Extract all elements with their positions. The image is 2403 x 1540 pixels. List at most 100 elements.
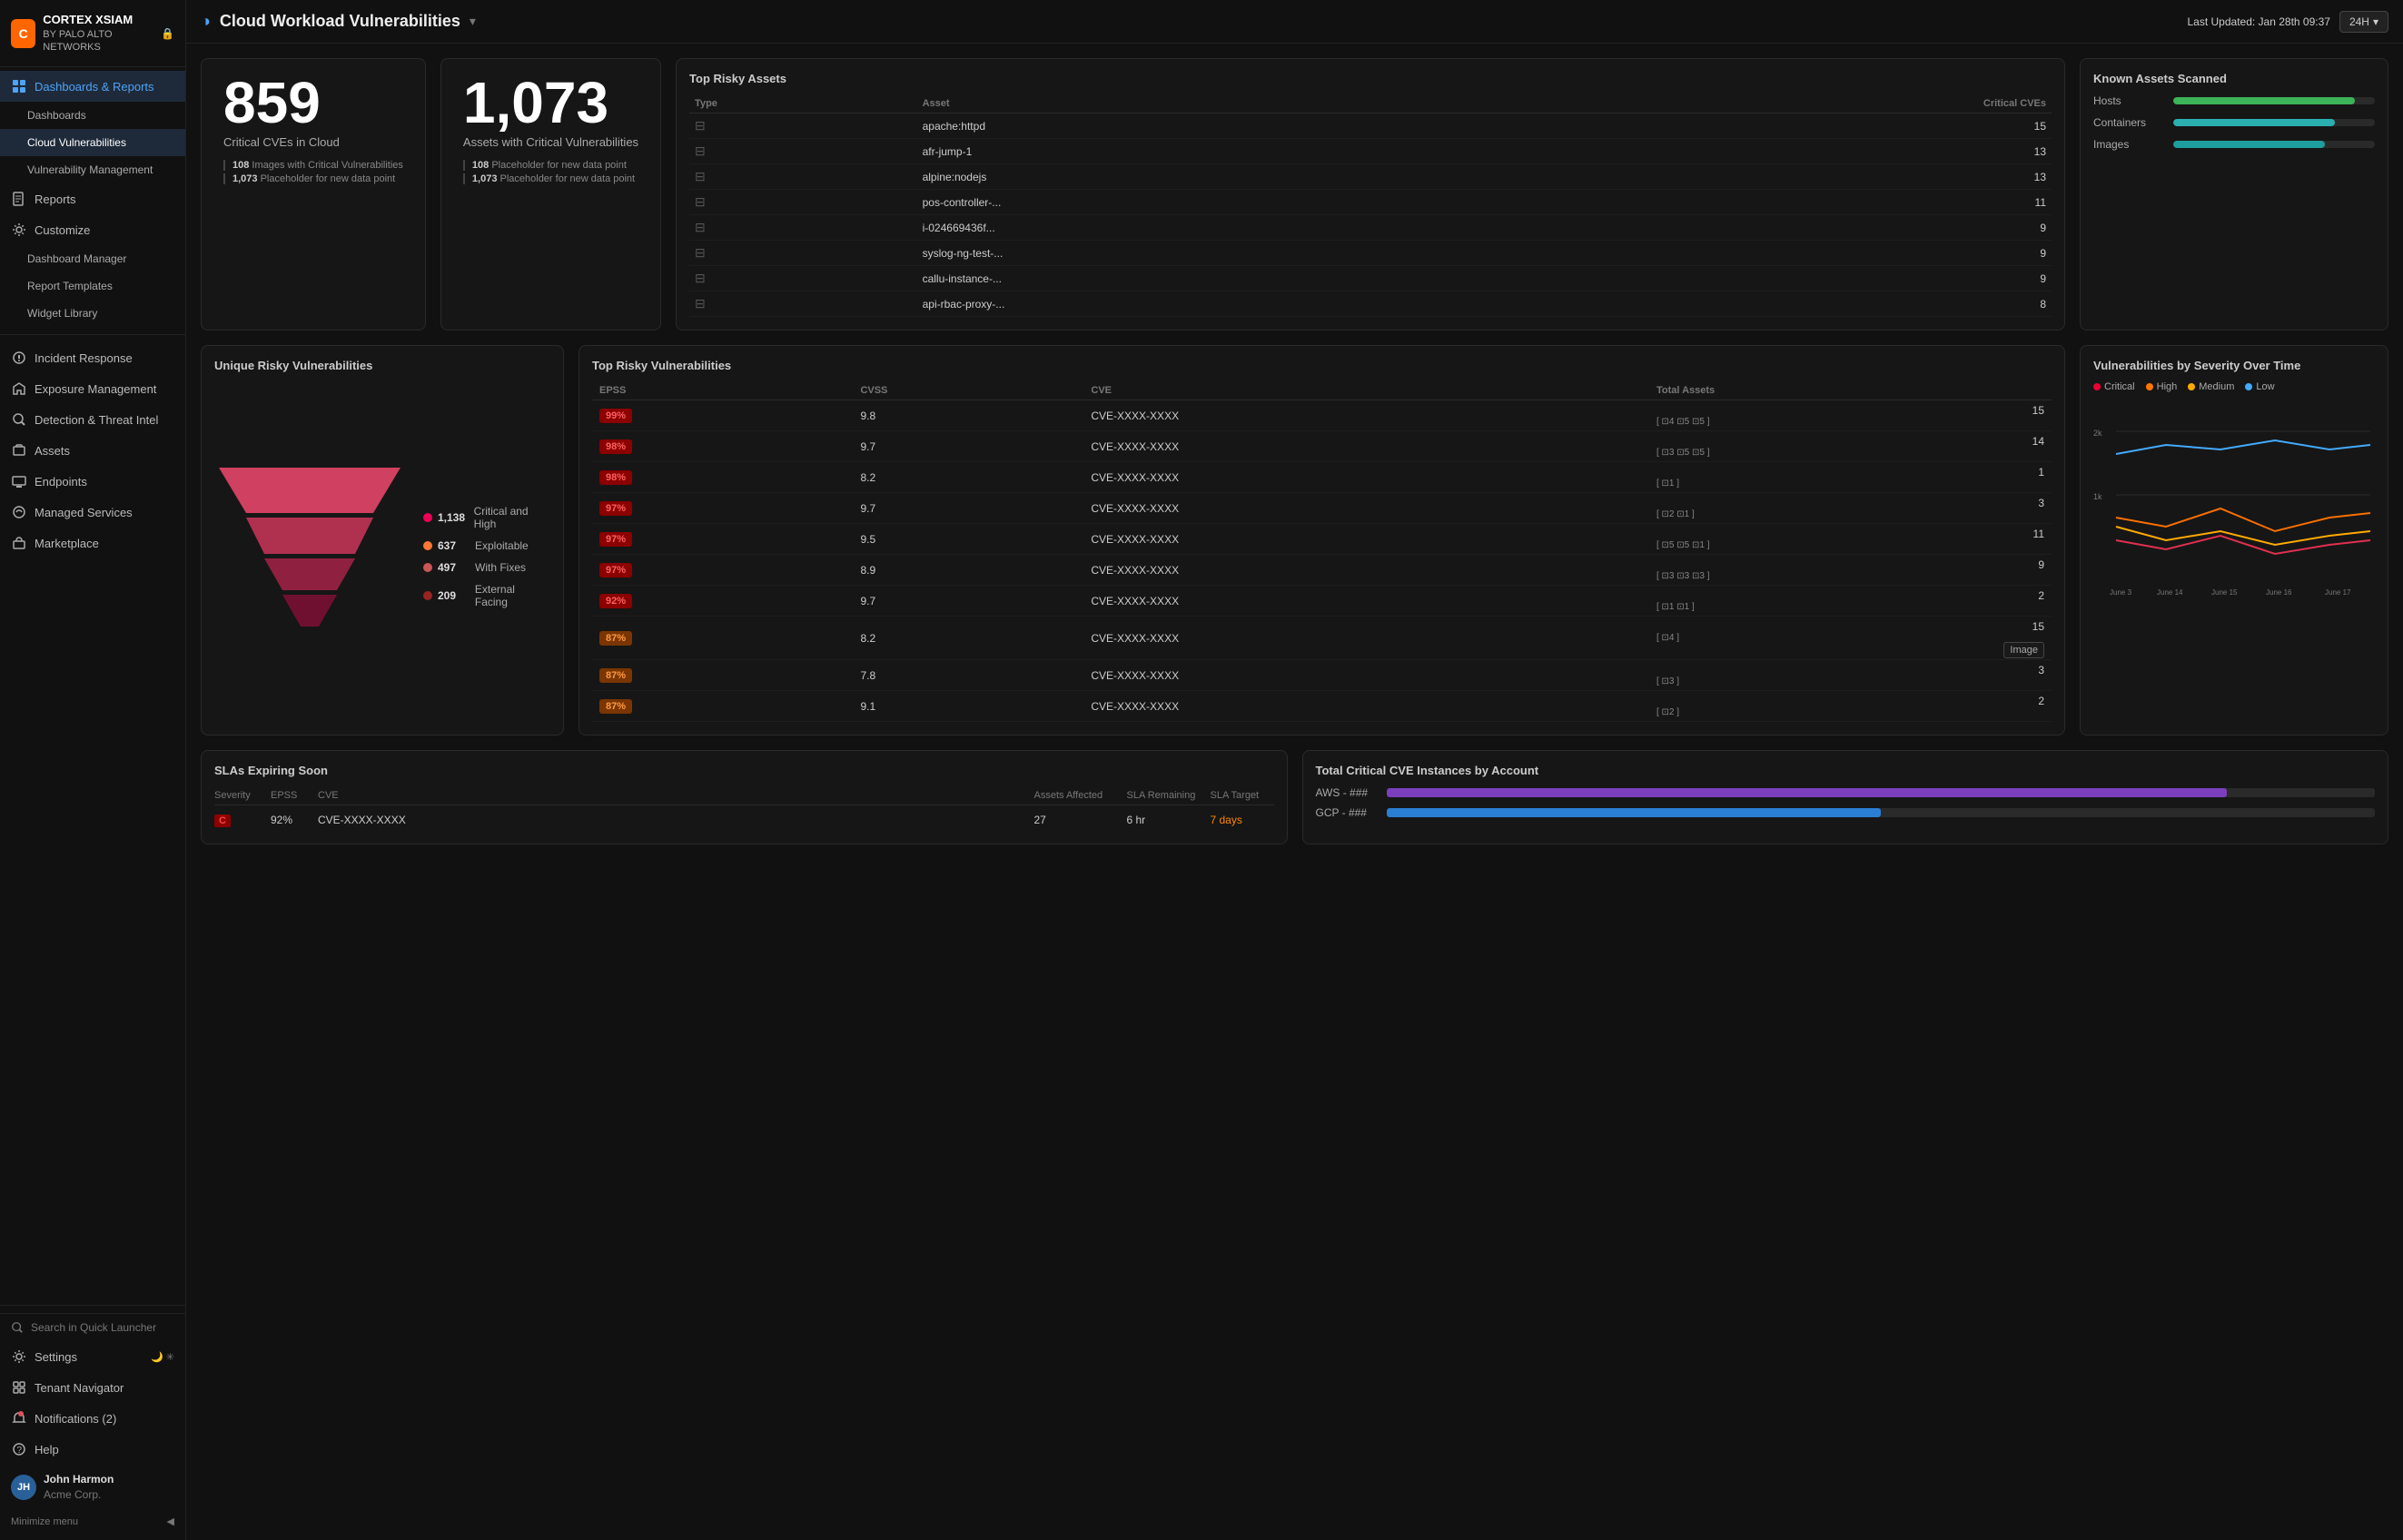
epss-badge: 87% [599, 631, 632, 646]
sidebar-item-managed-services[interactable]: Managed Services [0, 497, 185, 528]
time-range-caret-icon: ▾ [2373, 15, 2378, 28]
vuln-table-row[interactable]: 98% 9.7 CVE-XXXX-XXXX 14 [ ⊡3 ⊡5 ⊡5 ] [592, 431, 2052, 462]
sidebar-item-marketplace[interactable]: Marketplace [0, 528, 185, 558]
sidebar-label-assets: Assets [35, 444, 70, 458]
table-row[interactable]: ⊟ api-rbac-proxy-... 8 [689, 291, 2052, 317]
vuln-cve: CVE-XXXX-XXXX [1083, 555, 1649, 586]
asset-cves-cell: 13 [1551, 164, 2052, 190]
sidebar-item-incident-response[interactable]: Incident Response [0, 342, 185, 373]
table-row[interactable]: ⊟ alpine:nodejs 13 [689, 164, 2052, 190]
search-icon [11, 1321, 24, 1334]
sidebar-item-report-templates[interactable]: Report Templates [0, 272, 185, 300]
sidebar-item-settings[interactable]: Settings 🌙 ✳ [0, 1341, 185, 1372]
sla-col-severity: Severity [214, 790, 260, 801]
time-range-button[interactable]: 24H ▾ [2339, 11, 2388, 33]
svg-text:June 17: June 17 [2325, 588, 2351, 597]
tenant-navigator-icon [11, 1379, 27, 1396]
risky-assets-title: Top Risky Assets [689, 72, 2052, 85]
vuln-asset-icons: [ ⊡2 ] [1656, 707, 2044, 717]
sidebar-label-incident-response: Incident Response [35, 351, 133, 365]
funnel-chart [214, 468, 405, 645]
detection-threat-intel-icon [11, 411, 27, 428]
sidebar-label-widget-library: Widget Library [27, 307, 97, 320]
svg-text:June 3: June 3 [2110, 588, 2132, 597]
sidebar-label-settings: Settings [35, 1350, 77, 1364]
page-header-icon: ◑ [201, 12, 211, 31]
table-row[interactable]: ⊟ afr-jump-1 13 [689, 139, 2052, 164]
vuln-cve: CVE-XXXX-XXXX [1083, 524, 1649, 555]
epss-badge: 92% [599, 594, 632, 608]
sidebar-item-assets[interactable]: Assets [0, 435, 185, 466]
assets-vulns-card: 1,073 Assets with Critical Vulnerabiliti… [440, 58, 661, 331]
vuln-cve: CVE-XXXX-XXXX [1083, 691, 1649, 722]
assets-vulns-subs: 108 Placeholder for new data point 1,073… [463, 160, 638, 184]
sidebar-item-detection-threat-intel[interactable]: Detection & Threat Intel [0, 404, 185, 435]
table-row[interactable]: ⊟ pos-controller-... 11 [689, 190, 2052, 215]
asset-bar-fill [2173, 141, 2325, 148]
asset-cves-cell: 13 [1551, 139, 2052, 164]
vuln-table-row[interactable]: 98% 8.2 CVE-XXXX-XXXX 1 [ ⊡1 ] [592, 462, 2052, 493]
critical-cves-label: Critical CVEs in Cloud [223, 135, 403, 149]
funnel-item-external-facing: 209 External Facing [423, 583, 550, 608]
sidebar-item-widget-library[interactable]: Widget Library [0, 300, 185, 327]
sla-row-severity: C [214, 814, 260, 826]
vuln-cvss: 7.8 [853, 660, 1083, 691]
vuln-asset-icons: [ ⊡3 ⊡3 ⊡3 ] [1656, 571, 2044, 581]
vuln-table-row[interactable]: 97% 9.7 CVE-XXXX-XXXX 3 [ ⊡2 ⊡1 ] [592, 493, 2052, 524]
table-row[interactable]: ⊟ i-024669436f... 9 [689, 215, 2052, 241]
page-header: ◑ Cloud Workload Vulnerabilities ▾ Last … [186, 0, 2403, 44]
quick-launcher[interactable]: Search in Quick Launcher [0, 1313, 185, 1341]
table-row[interactable]: ⊟ apache:httpd 15 [689, 114, 2052, 139]
legend-low: Low [2245, 381, 2274, 392]
header-dropdown-caret[interactable]: ▾ [470, 14, 476, 29]
account-bar-track [1387, 808, 2376, 817]
sidebar-item-exposure-management[interactable]: Exposure Management [0, 373, 185, 404]
vuln-cvss: 8.9 [853, 555, 1083, 586]
table-row[interactable]: ⊟ callu-instance-... 9 [689, 266, 2052, 291]
sidebar-item-notifications[interactable]: Notifications (2) [0, 1403, 185, 1434]
legend-high: High [2146, 381, 2178, 392]
sidebar-item-dashboards-reports[interactable]: Dashboards & Reports [0, 71, 185, 102]
vuln-asset-icons: [ ⊡2 ⊡1 ] [1656, 509, 2044, 519]
minimize-menu-button[interactable]: Minimize menu ◀ [0, 1510, 185, 1533]
sidebar-nav-section: Incident Response Exposure Management De… [0, 339, 185, 562]
epss-badge: 87% [599, 699, 632, 714]
sidebar-item-dashboard-manager[interactable]: Dashboard Manager [0, 245, 185, 272]
endpoints-icon [11, 473, 27, 489]
assets-vulns-sub-1: 108 Placeholder for new data point [463, 160, 638, 171]
account-label: GCP - ### [1316, 806, 1380, 819]
funnel-item-critical-high: 1,138 Critical and High [423, 505, 550, 530]
asset-cves-cell: 11 [1551, 190, 2052, 215]
exposure-management-icon [11, 380, 27, 397]
incident-response-icon [11, 350, 27, 366]
sidebar-item-cloud-vulnerabilities[interactable]: Cloud Vulnerabilities [0, 129, 185, 156]
asset-type-cell: ⊟ [689, 139, 917, 164]
vuln-table-row[interactable]: 87% 7.8 CVE-XXXX-XXXX 3 [ ⊡3 ] [592, 660, 2052, 691]
sidebar-item-customize[interactable]: Customize [0, 214, 185, 245]
vuln-asset-icons: [ ⊡5 ⊡5 ⊡1 ] [1656, 540, 2044, 550]
vuln-table-row[interactable]: 87% 8.2 CVE-XXXX-XXXX 15 [ ⊡4 ] Image [592, 617, 2052, 660]
vuln-epss: 97% [592, 555, 853, 586]
sidebar-label-reports: Reports [35, 192, 76, 206]
epss-badge: 99% [599, 409, 632, 423]
big-stats-area: 859 Critical CVEs in Cloud 108 Images wi… [201, 58, 661, 331]
critical-cves-number: 859 [223, 74, 403, 132]
epss-badge: 98% [599, 470, 632, 485]
vuln-table-row[interactable]: 97% 9.5 CVE-XXXX-XXXX 11 [ ⊡5 ⊡5 ⊡1 ] [592, 524, 2052, 555]
vuln-table-row[interactable]: 92% 9.7 CVE-XXXX-XXXX 2 [ ⊡1 ⊡1 ] [592, 586, 2052, 617]
vuln-epss: 99% [592, 400, 853, 431]
sidebar-item-help[interactable]: ? Help [0, 1434, 185, 1465]
sidebar-item-vuln-management[interactable]: Vulnerability Management [0, 156, 185, 183]
vuln-table-row[interactable]: 97% 8.9 CVE-XXXX-XXXX 9 [ ⊡3 ⊡3 ⊡3 ] [592, 555, 2052, 586]
sidebar-label-tenant-navigator: Tenant Navigator [35, 1381, 124, 1395]
sidebar-item-dashboards[interactable]: Dashboards [0, 102, 185, 129]
vuln-table-row[interactable]: 87% 9.1 CVE-XXXX-XXXX 2 [ ⊡2 ] [592, 691, 2052, 722]
vuln-table-row[interactable]: 99% 9.8 CVE-XXXX-XXXX 15 [ ⊡4 ⊡5 ⊡5 ] [592, 400, 2052, 431]
table-row[interactable]: ⊟ syslog-ng-test-... 9 [689, 241, 2052, 266]
sidebar-item-tenant-navigator[interactable]: Tenant Navigator [0, 1372, 185, 1403]
account-bar-track [1387, 788, 2376, 797]
funnel-legend: 1,138 Critical and High 637 Exploitable … [423, 505, 550, 608]
vuln-cve: CVE-XXXX-XXXX [1083, 493, 1649, 524]
sidebar-item-endpoints[interactable]: Endpoints [0, 466, 185, 497]
sidebar-item-reports[interactable]: Reports [0, 183, 185, 214]
